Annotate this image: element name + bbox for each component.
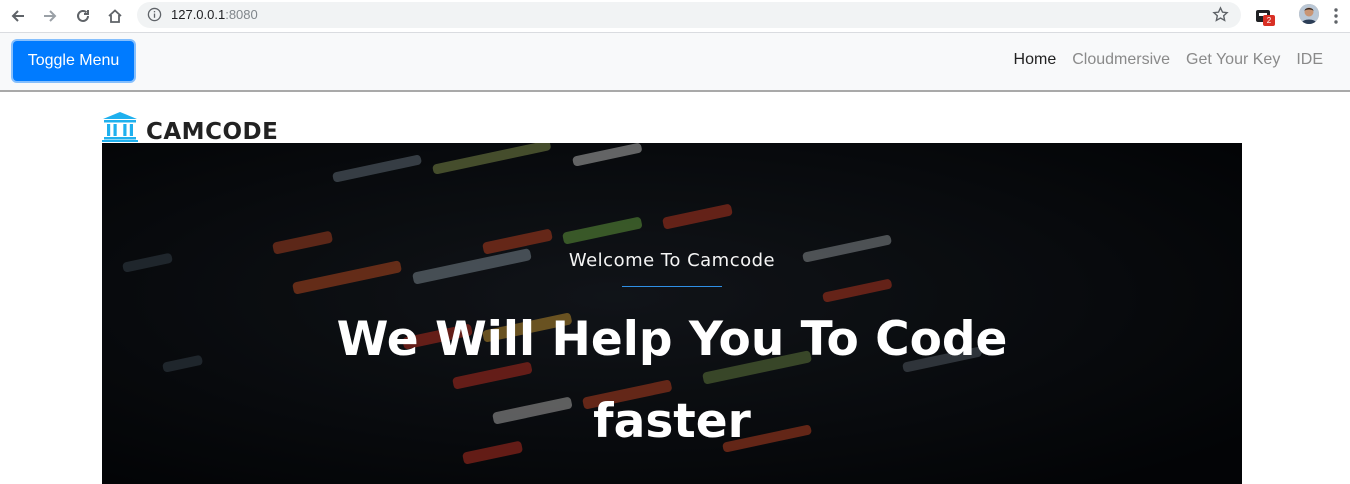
site-logo[interactable]: CAMCODE [102,111,279,145]
nav-link-ide[interactable]: IDE [1296,51,1323,69]
arrow-right-icon [44,10,57,22]
more-menu-icon[interactable] [1333,6,1339,26]
hero-subtitle: Welcome To Camcode [568,250,776,271]
home-button[interactable] [103,4,127,28]
browser-toolbar: 127.0.0.1:8080 2 [0,0,1350,33]
profile-avatar[interactable] [1299,4,1319,24]
hero-banner: Welcome To Camcode We Will Help You To C… [102,143,1242,484]
extension-badge: 2 [1263,15,1275,26]
reload-button[interactable] [71,4,95,28]
toggle-menu-button[interactable]: Toggle Menu [13,41,134,81]
hero-headline: We Will Help You To Code faster [336,312,1008,449]
info-icon[interactable] [147,7,162,22]
back-button[interactable] [6,4,30,28]
bank-icon [102,112,138,142]
site-navbar: Toggle Menu Home Cloudmersive Get Your K… [0,33,1350,92]
logo-text: CAMCODE [146,118,279,145]
arrow-left-icon [11,10,24,22]
address-bar[interactable]: 127.0.0.1:8080 [137,2,1241,28]
nav-link-home[interactable]: Home [1014,51,1057,69]
url-text: 127.0.0.1:8080 [171,7,258,22]
avatar-icon [1299,4,1319,24]
reload-icon [77,9,89,22]
url-port: :8080 [225,7,258,22]
home-icon [108,9,122,23]
nav-link-cloudmersive[interactable]: Cloudmersive [1072,51,1170,69]
nav-links: Home Cloudmersive Get Your Key IDE [1014,51,1323,69]
hero-divider [622,286,722,287]
nav-link-get-your-key[interactable]: Get Your Key [1186,51,1280,69]
star-icon[interactable] [1212,6,1229,23]
url-host: 127.0.0.1 [171,7,226,22]
forward-button[interactable] [38,4,62,28]
